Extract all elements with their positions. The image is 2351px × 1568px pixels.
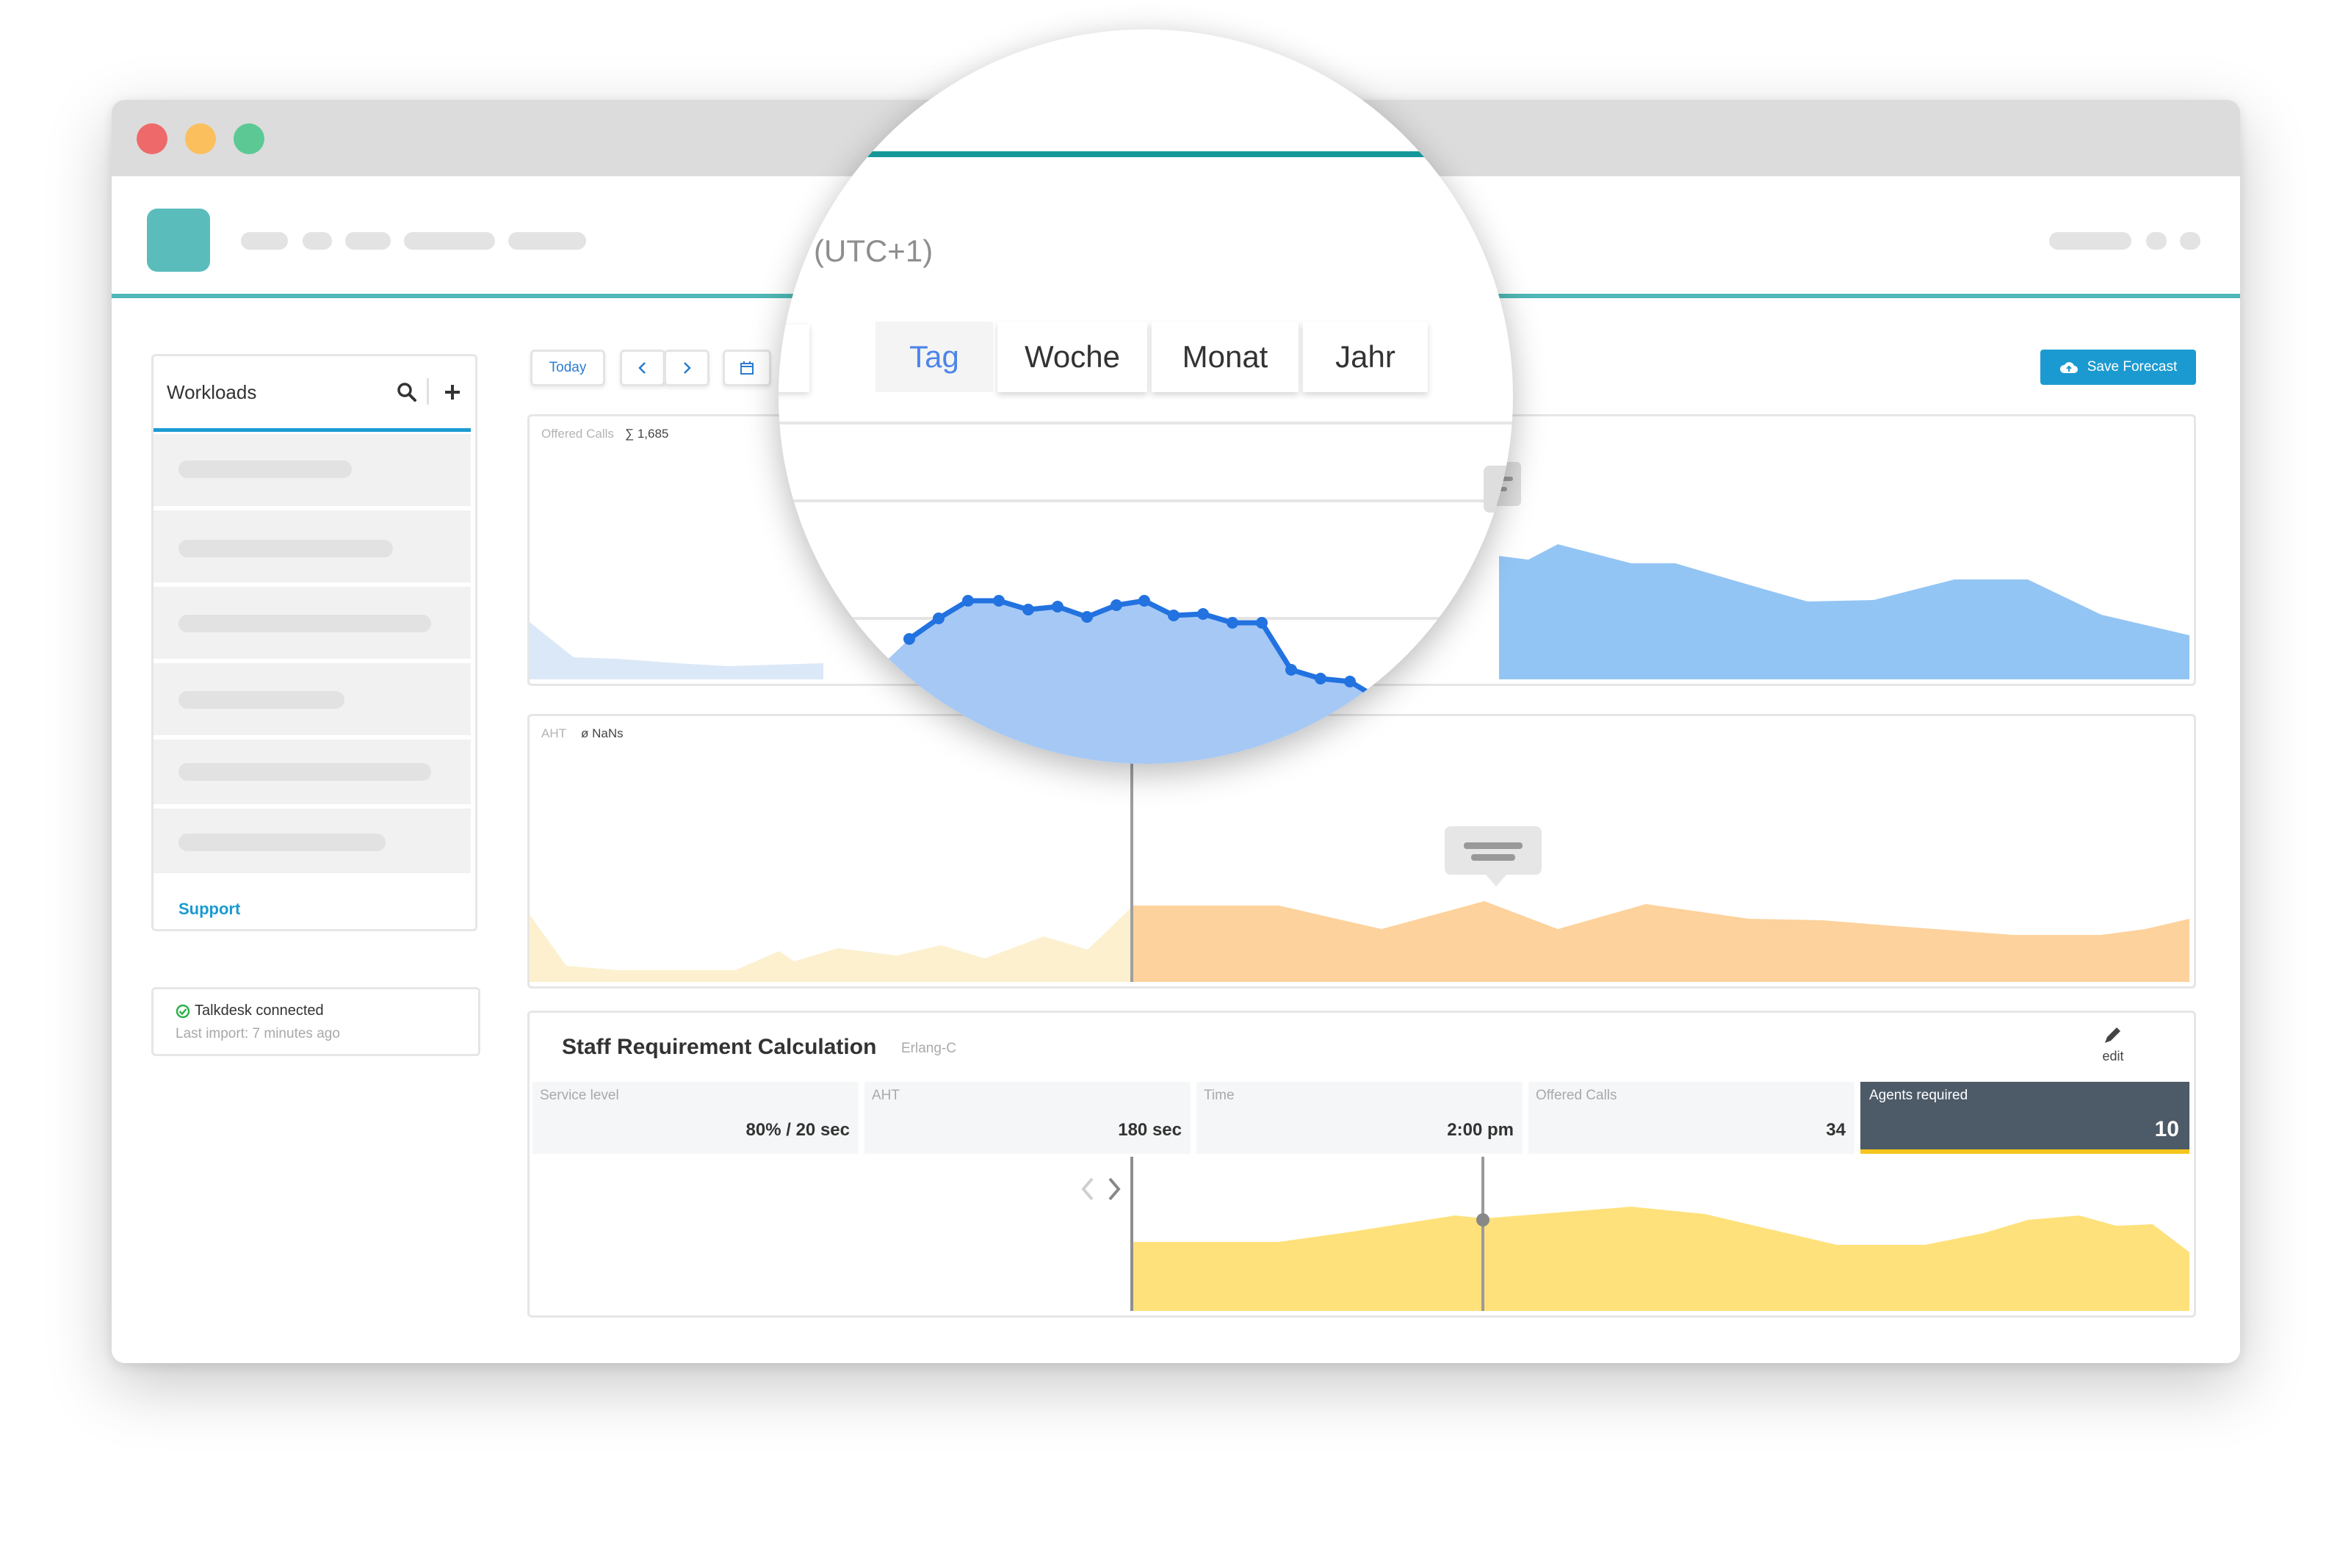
check-circle-icon bbox=[176, 1004, 190, 1019]
nav-placeholder[interactable] bbox=[241, 232, 288, 250]
search-icon[interactable] bbox=[396, 381, 418, 403]
workloads-sidebar: Workloads Support bbox=[151, 354, 477, 931]
cloud-upload-icon bbox=[2059, 362, 2078, 373]
minimize-window-dot[interactable] bbox=[185, 123, 216, 154]
chevron-left-icon bbox=[638, 362, 646, 374]
staffing-forecast-area bbox=[1132, 1207, 2189, 1311]
maximize-window-dot[interactable] bbox=[234, 123, 264, 154]
aht-past-area bbox=[530, 907, 1132, 982]
today-button[interactable]: Today bbox=[530, 350, 605, 386]
next-button[interactable] bbox=[664, 350, 709, 386]
calendar-icon bbox=[740, 361, 754, 375]
save-forecast-label: Save Forecast bbox=[2087, 359, 2178, 375]
sidebar-active-underline bbox=[154, 428, 471, 432]
save-forecast-button[interactable]: Save Forecast bbox=[2040, 350, 2196, 385]
header-icon-placeholder[interactable] bbox=[2180, 232, 2200, 250]
date-picker-button[interactable] bbox=[723, 350, 771, 386]
header-divider bbox=[427, 378, 429, 405]
workload-list-item[interactable] bbox=[154, 434, 471, 506]
nav-placeholder[interactable] bbox=[345, 232, 391, 250]
aht-forecast-area bbox=[1132, 901, 2189, 982]
workload-list-item[interactable] bbox=[154, 510, 471, 582]
chevron-left-icon[interactable] bbox=[1081, 1177, 1094, 1201]
close-window-dot[interactable] bbox=[137, 123, 167, 154]
user-placeholder[interactable] bbox=[2049, 232, 2131, 250]
header-icon-placeholder[interactable] bbox=[2146, 232, 2167, 250]
staff-requirement-panel: Staff Requirement Calculation Erlang-C e… bbox=[527, 1011, 2196, 1318]
support-link[interactable]: Support bbox=[178, 900, 240, 919]
app-logo[interactable] bbox=[147, 209, 210, 272]
sidebar-title: Workloads bbox=[167, 381, 257, 403]
nav-placeholder[interactable] bbox=[404, 232, 495, 250]
chevron-right-icon bbox=[684, 362, 691, 374]
comment-icon[interactable] bbox=[1445, 826, 1542, 886]
previous-button[interactable] bbox=[620, 350, 665, 386]
selected-time-handle[interactable] bbox=[1476, 1213, 1489, 1226]
magnifier-lens: (UTC+1) Tag Woche Monat Jahr bbox=[779, 29, 1513, 764]
plus-icon[interactable] bbox=[441, 381, 463, 403]
workload-list-item[interactable] bbox=[154, 809, 471, 873]
connection-status: Talkdesk connected bbox=[195, 1002, 324, 1019]
workload-list-item[interactable] bbox=[154, 587, 471, 659]
chevron-right-icon[interactable] bbox=[1108, 1177, 1121, 1201]
nav-placeholder[interactable] bbox=[303, 232, 332, 250]
nav-placeholder[interactable] bbox=[508, 232, 586, 250]
last-import: Last import: 7 minutes ago bbox=[176, 1026, 340, 1041]
comment-marker[interactable] bbox=[1484, 466, 1513, 513]
workload-list-item[interactable] bbox=[154, 740, 471, 804]
integration-status: Talkdesk connected Last import: 7 minute… bbox=[151, 987, 480, 1056]
calls-forecast-area bbox=[1499, 544, 2189, 679]
workload-list-item[interactable] bbox=[154, 663, 471, 735]
